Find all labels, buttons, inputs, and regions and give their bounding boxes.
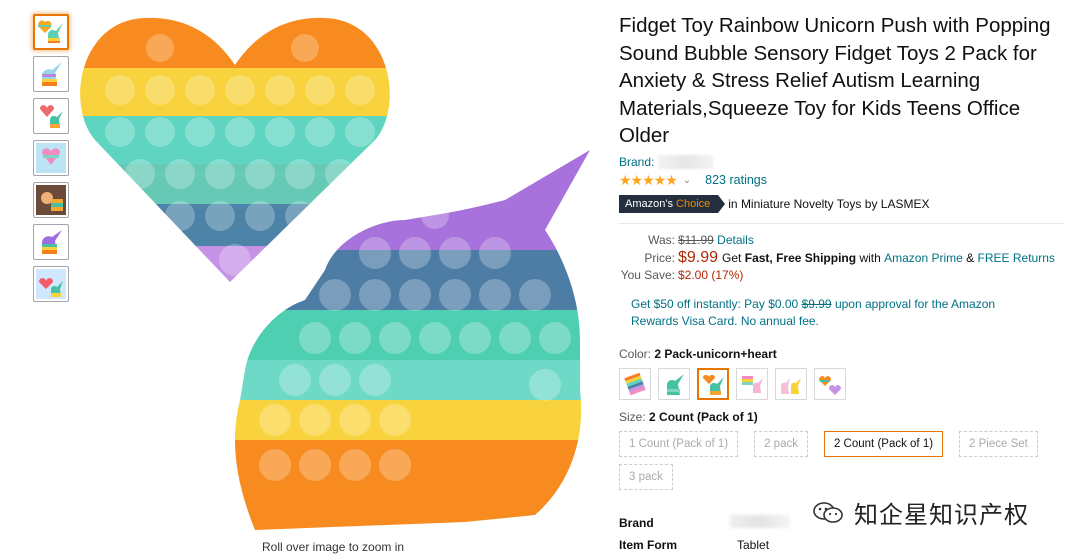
swatch-6[interactable] [814, 367, 846, 400]
rainbow-pop-toys-image [80, 17, 590, 530]
thumbnail-3[interactable] [33, 98, 69, 134]
save-label: You Save: [620, 267, 675, 282]
stripes-icon [742, 375, 763, 393]
unicorn-icon [42, 62, 62, 86]
free-returns-link[interactable]: FREE Returns [978, 250, 1055, 267]
with-text: with [859, 250, 881, 265]
swatch-2[interactable] [658, 367, 690, 400]
brand-blurred [658, 154, 714, 169]
spec-brand-blurred [730, 515, 790, 528]
badge-suffix: Choice [676, 197, 711, 210]
spec-form-value: Tablet [737, 538, 770, 552]
save-row: You Save: $2.00 (17%) [619, 267, 1064, 284]
was-row: Was: $11.99 Details [619, 232, 1064, 249]
was-label: Was: [648, 232, 675, 247]
details-link[interactable]: Details [717, 232, 754, 249]
swatch-3[interactable] [697, 367, 729, 400]
color-label-row: Color: 2 Pack-unicorn+heart [619, 347, 1064, 361]
heart-unicorn-icon [40, 105, 63, 128]
swatch-5[interactable] [775, 367, 807, 400]
watermark-text: 知企星知识产权 [854, 502, 1029, 529]
size-options: 1 Count (Pack of 1) 2 pack 2 Count (Pack… [619, 430, 1059, 490]
color-swatches [619, 367, 1064, 400]
brand-line[interactable]: Brand: [619, 154, 1064, 169]
spec-form-label: Item Form [619, 538, 678, 552]
swatch-4[interactable] [736, 367, 768, 400]
size-option-4[interactable]: 2 Piece Set [959, 430, 1038, 457]
size-option-3[interactable]: 2 Count (Pack of 1) [823, 430, 944, 457]
offer-strike: $9.99 [801, 296, 832, 311]
size-label-row: Size: 2 Count (Pack of 1) [619, 410, 1064, 424]
offer-line-2: Rewards Visa Card. No annual fee. [631, 313, 819, 328]
badge-context: in Miniature Novelty Toys by LASMEX [728, 196, 930, 211]
get-text: Get [722, 250, 742, 265]
offer-line-1: Get $50 off instantly: Pay $0.00 $9.99 u… [631, 296, 1064, 313]
offer-text-a: Get $50 off instantly: Pay $0.00 [631, 296, 799, 311]
prime-link[interactable]: Amazon Prime [884, 250, 963, 267]
price-row: Price: $9.99 Get Fast, Free Shipping wit… [619, 249, 1064, 267]
unicorn-rainbow-icon [42, 230, 62, 254]
size-option-5[interactable]: 3 pack [619, 463, 673, 490]
thumbnail-1[interactable] [33, 14, 69, 50]
current-price: $9.99 [678, 248, 719, 266]
ratings-link[interactable]: 823 ratings [705, 173, 767, 187]
main-product-image[interactable] [75, 10, 605, 532]
fast-shipping: Fast, Free Shipping [744, 250, 857, 265]
heart-icon [36, 143, 66, 173]
save-value: $2.00 (17%) [678, 267, 744, 282]
rating-row: ★★★★★ ⌄ 823 ratings [619, 172, 1064, 189]
size-option-1[interactable]: 1 Count (Pack of 1) [619, 430, 739, 457]
amp-text: & [966, 250, 975, 265]
swatch-1[interactable] [619, 367, 651, 400]
heart-pair-icon [819, 375, 841, 395]
thumbnail-2[interactable] [33, 56, 69, 92]
zoom-hint: Roll over image to zoom in [262, 540, 405, 554]
brand-label[interactable]: Brand: [619, 155, 654, 169]
size-option-2[interactable]: 2 pack [754, 430, 808, 457]
unicorn-teal-icon [667, 373, 684, 395]
unicorn-heart-icon [703, 374, 724, 395]
product-title: Fidget Toy Rainbow Unicorn Push with Pop… [619, 14, 1051, 147]
spec-brand-label: Brand [619, 516, 654, 530]
badge-prefix: Amazon's [625, 197, 673, 210]
unicorn-pair-icon [781, 377, 801, 394]
watermark: 知企星知识产权 [812, 495, 1029, 530]
thumbnail-7[interactable] [33, 266, 69, 302]
divider [619, 222, 1064, 224]
thumbnail-5[interactable] [33, 182, 69, 218]
size-selected: 2 Count (Pack of 1) [649, 409, 758, 424]
offer-text-b: upon approval for the Amazon [834, 296, 996, 311]
amazons-choice-row: Amazon's Choice in Miniature Novelty Toy… [619, 194, 1064, 213]
card-offer[interactable]: Get $50 off instantly: Pay $0.00 $9.99 u… [619, 296, 1064, 330]
thumbnail-4[interactable] [33, 140, 69, 176]
color-selected: 2 Pack-unicorn+heart [654, 346, 777, 361]
price-label: Price: [644, 250, 675, 265]
wechat-icon [813, 501, 843, 523]
star-rating-icon[interactable]: ★★★★★ [619, 172, 678, 189]
product-info-panel: Fidget Toy Rainbow Unicorn Push with Pop… [619, 12, 1064, 490]
unicorn-heart-icon [38, 20, 63, 43]
chevron-down-icon[interactable]: ⌄ [683, 175, 691, 186]
thumbnail-strip [33, 14, 73, 308]
price-table: Was: $11.99 Details Price: $9.99 Get Fas… [619, 232, 1064, 284]
product-scene-icon [36, 269, 66, 299]
thumbnail-6[interactable] [33, 224, 69, 260]
amazons-choice-badge: Amazon's Choice [619, 194, 726, 213]
photo-icon [36, 185, 66, 215]
size-label: Size: [619, 409, 646, 424]
rainbow-square-icon [624, 372, 646, 395]
was-price: $11.99 [678, 232, 714, 247]
color-label: Color: [619, 346, 652, 361]
